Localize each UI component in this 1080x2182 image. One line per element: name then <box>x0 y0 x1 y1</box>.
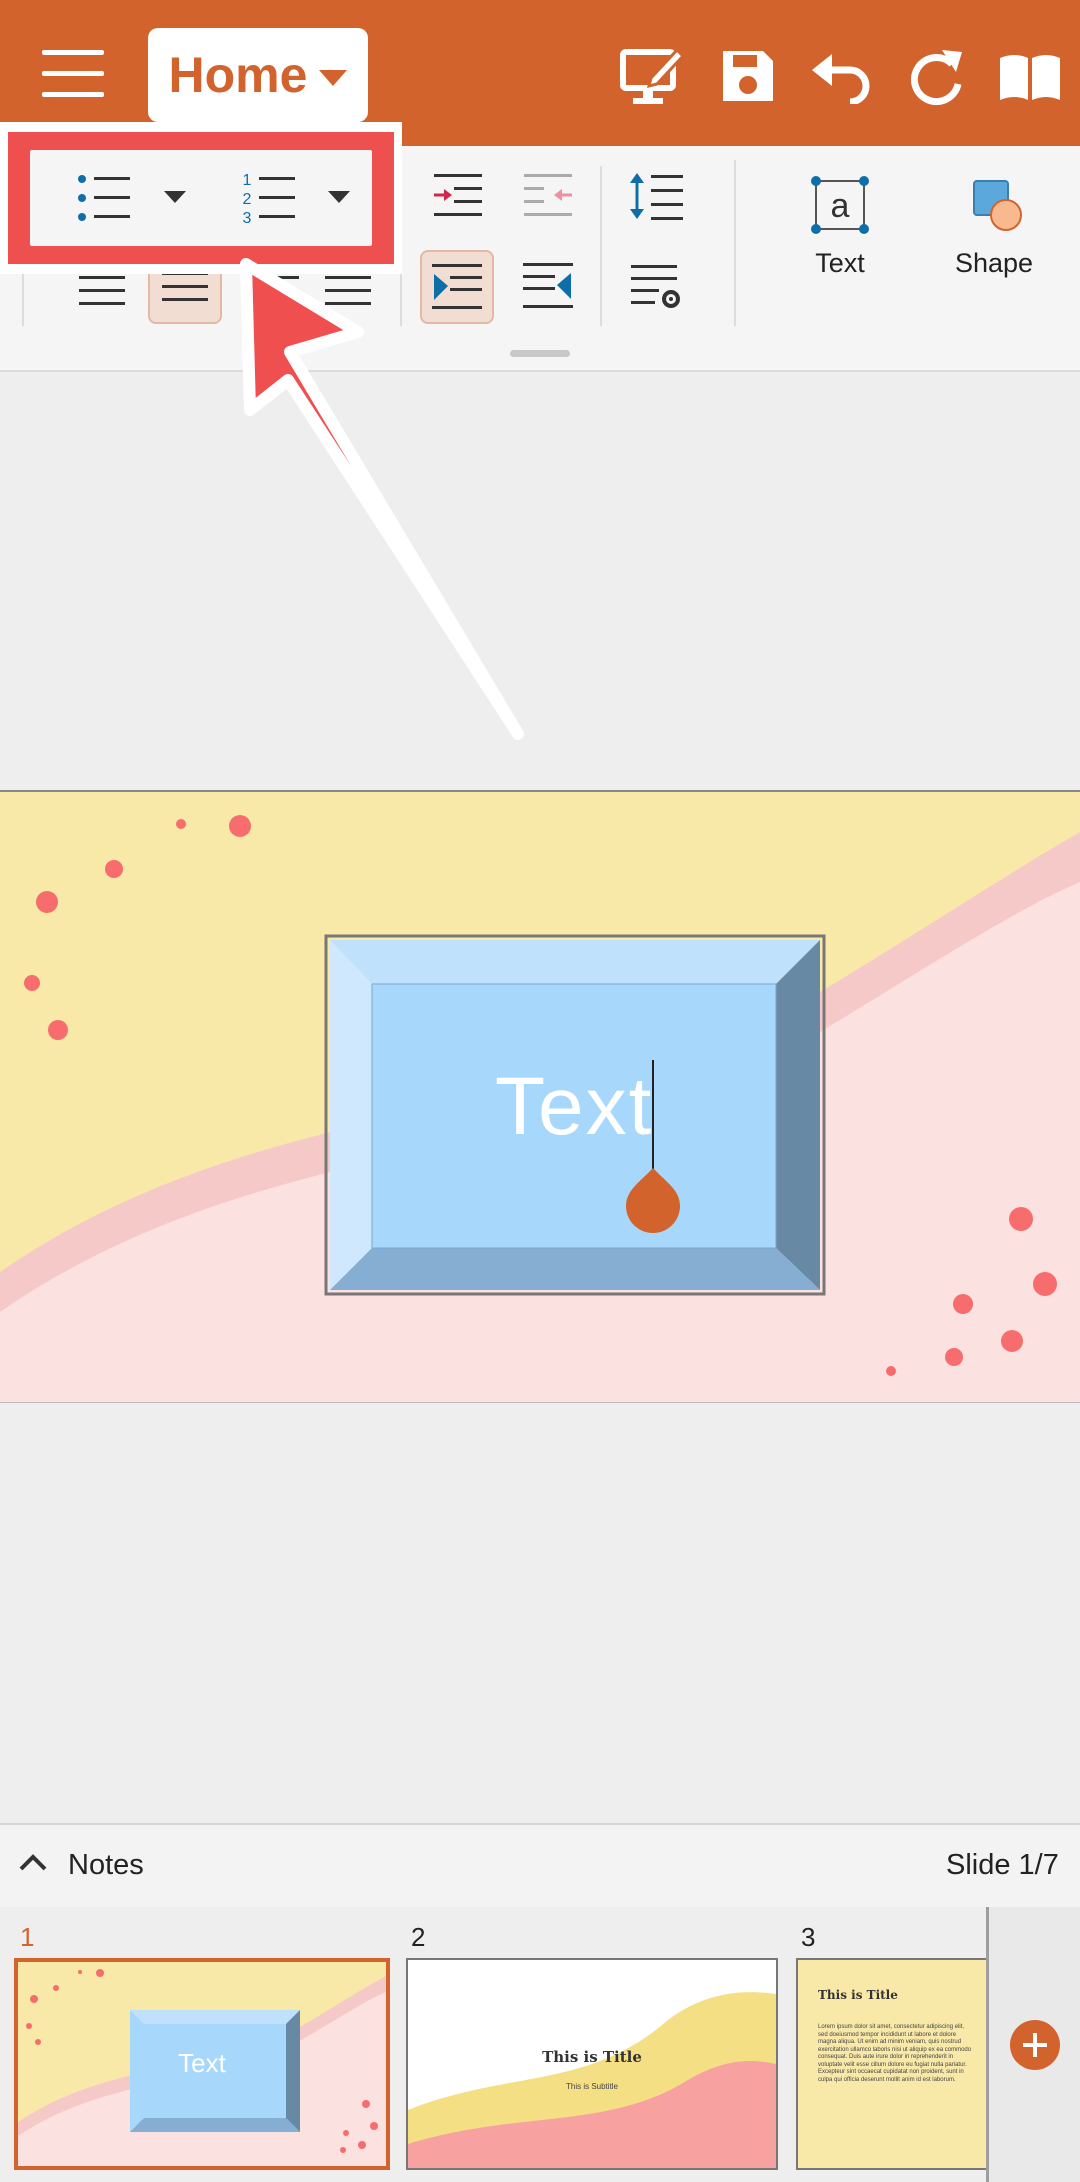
slide-indicator: Slide 1/7 <box>946 1849 1059 1881</box>
thumbnail-number: 1 <box>20 1922 35 1952</box>
slide-thumbnail-3[interactable]: This is Title Lorem ipsum dolor sit amet… <box>796 1958 988 2170</box>
notes-label[interactable]: Notes <box>68 1849 144 1882</box>
plus-icon <box>1023 2033 1047 2057</box>
thumbnail-body: Lorem ipsum dolor sit amet, consectetur … <box>818 2024 972 2083</box>
chevron-up-icon[interactable] <box>18 1852 50 1876</box>
add-slide-button[interactable] <box>1010 2020 1060 2070</box>
thumbnail-subtitle: This is Subtitle <box>565 2082 619 2091</box>
thumbnail-title: This is Title <box>818 1988 898 2002</box>
thumbnail-title: This is Title <box>542 2048 642 2066</box>
thumbnail-text: Text <box>178 2048 226 2078</box>
slide-thumbnail-1[interactable]: Text <box>14 1958 390 2170</box>
thumbnail-number: 2 <box>411 1922 426 1952</box>
thumbnail-number: 3 <box>801 1922 816 1952</box>
text-box-content[interactable]: Text <box>495 1060 653 1154</box>
notes-bar[interactable] <box>0 1823 1080 1909</box>
pointer-arrow <box>240 258 524 740</box>
slide-thumbnail-2[interactable]: This is Title This is Subtitle <box>406 1958 778 2170</box>
